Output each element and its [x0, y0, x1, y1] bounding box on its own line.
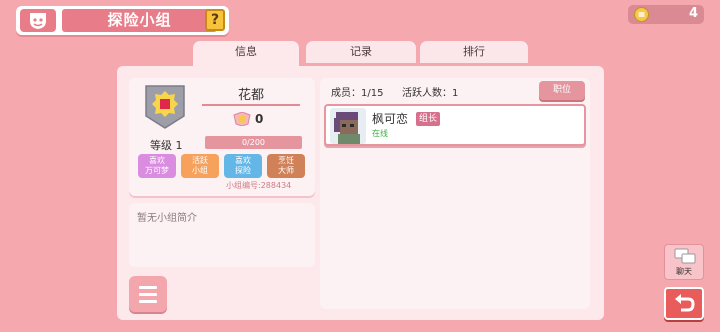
coin-icon — [634, 7, 649, 22]
group-id: 小组编号:288434 — [226, 181, 292, 190]
group-description: 暂无小组简介 — [129, 203, 315, 267]
tag-likes-adventure: 喜欢 探险 — [224, 154, 262, 178]
chat-label: 聊天 — [676, 267, 692, 276]
member-row[interactable]: 枫可恋 组长 在线 — [324, 104, 586, 146]
role-badge: 组长 — [416, 112, 441, 126]
score-value: 0 — [255, 112, 264, 126]
exp-progress-bar: 0/200 — [205, 136, 302, 149]
group-badge-icon — [20, 9, 56, 32]
tag-cooking-master: 烹饪 大师 — [267, 154, 305, 178]
page-title: 探险小组 — [62, 9, 217, 32]
member-count: 成员：1/15 — [331, 88, 384, 99]
currency-amount: 4 — [688, 6, 698, 21]
group-level: 等级 1 — [150, 139, 183, 152]
return-arrow-icon — [675, 294, 695, 312]
menu-icon — [139, 286, 157, 289]
tag-likes-pokemon: 喜欢 万可梦 — [138, 154, 176, 178]
tab-records[interactable]: 记录 — [306, 41, 416, 63]
group-name: 花都 — [237, 88, 264, 103]
help-button[interactable]: ? — [205, 9, 225, 31]
avatar — [330, 108, 366, 144]
tab-info[interactable]: 信息 — [193, 41, 299, 67]
divider — [202, 104, 300, 106]
online-status: 在线 — [372, 129, 388, 138]
chat-button[interactable]: 聊天 — [664, 244, 704, 280]
back-button[interactable] — [664, 287, 704, 320]
medal-icon — [233, 111, 251, 127]
position-button[interactable]: 职位 — [539, 81, 585, 100]
active-count: 活跃人数：1 — [402, 88, 459, 99]
title-bar: 探险小组 ? — [16, 6, 229, 35]
currency-display: 4 — [628, 5, 704, 24]
tab-ranking[interactable]: 排行 — [420, 41, 528, 63]
tag-active-group: 活跃 小组 — [181, 154, 219, 178]
menu-button[interactable] — [129, 276, 167, 312]
member-name: 枫可恋 — [372, 112, 409, 126]
group-emblem-icon — [145, 85, 185, 129]
chat-icon — [674, 248, 696, 264]
group-score: 0 — [233, 111, 263, 129]
